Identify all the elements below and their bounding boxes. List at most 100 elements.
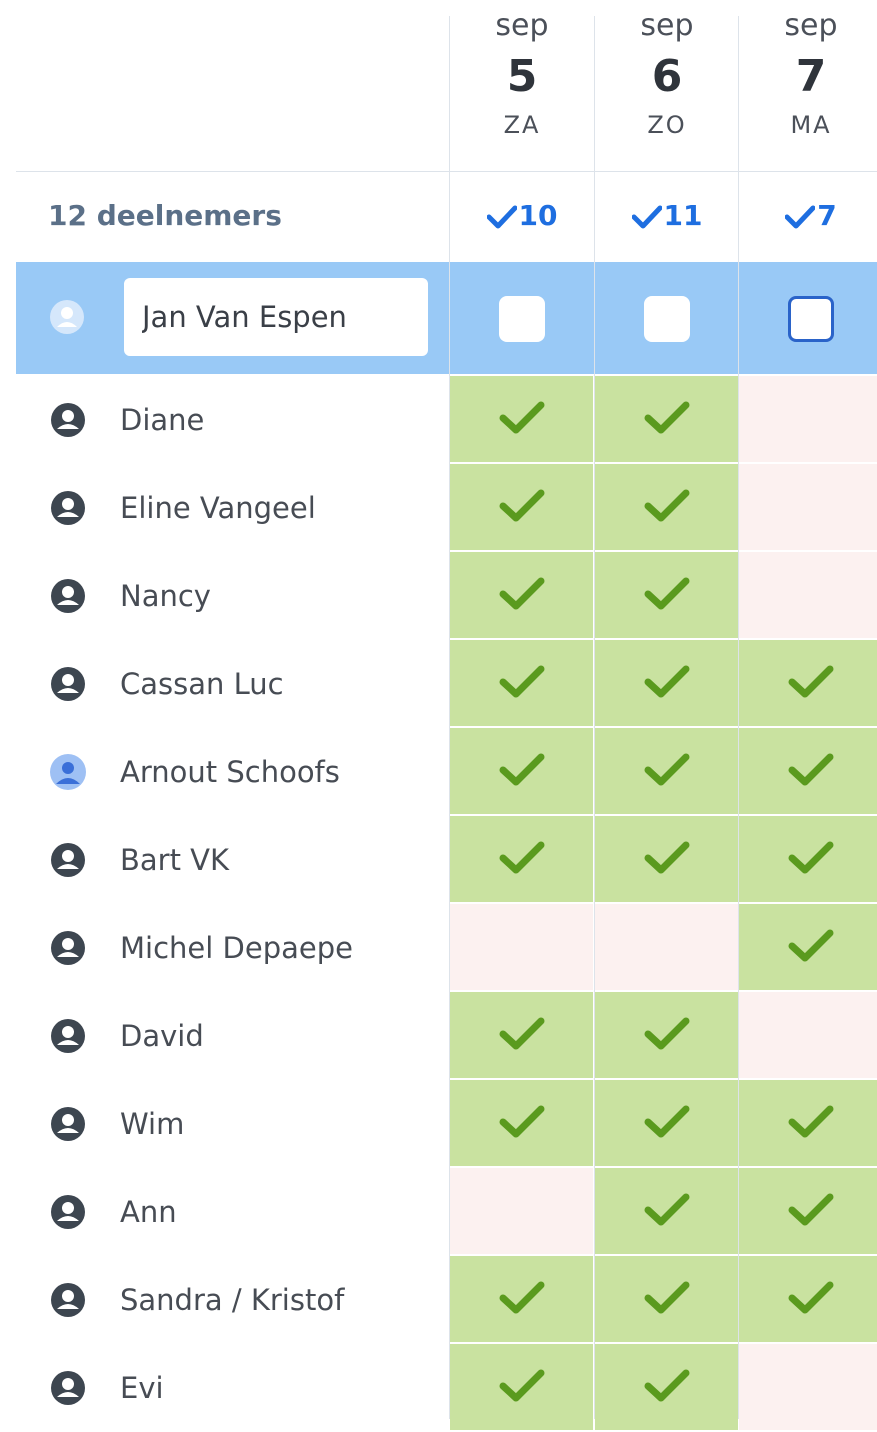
date-checkbox[interactable] [644,296,690,342]
participant-row: Michel Depaepe [16,904,877,992]
date-day: 5 [506,51,538,102]
vote-cell-no [739,464,877,550]
check-icon [644,577,690,610]
check-icon [499,577,545,610]
check-icon [785,205,816,229]
check-icon [644,1281,690,1314]
check-icon [499,1017,545,1050]
check-icon [499,665,545,698]
vote-cell-yes [450,552,593,638]
date-day: 7 [795,51,827,102]
vote-cell-no [739,552,877,638]
check-icon [499,1369,545,1402]
date-checkbox[interactable] [499,296,545,342]
user-circle-icon [51,667,85,701]
user-avatar-icon [50,300,84,334]
vote-cell-no [739,992,877,1078]
check-icon [788,753,834,786]
vote-cell-yes [595,464,738,550]
vote-cell-yes [450,640,593,726]
date-weekday: ZA [503,111,541,139]
user-circle-icon [51,1371,85,1405]
vote-cell-yes [595,728,738,814]
date-month: sep [495,8,549,43]
date-total: 10 [450,194,594,238]
vote-cell-yes [595,992,738,1078]
date-month: sep [784,8,838,43]
participant-row: Bart VK [16,816,877,904]
user-circle-icon [51,1107,85,1141]
vote-cell-yes [450,816,593,902]
vote-cell-yes [595,1168,738,1254]
name-input[interactable] [124,278,428,356]
participant-name: Nancy [120,579,211,613]
check-icon [644,489,690,522]
column-divider [449,16,450,1419]
vote-cell-yes [450,1256,593,1342]
user-circle-icon [51,843,85,877]
check-icon [644,753,690,786]
column-divider [594,16,595,1419]
vote-cell-yes [739,728,877,814]
date-weekday: MA [790,111,832,139]
date-month: sep [640,8,694,43]
check-icon [499,1105,545,1138]
date-total: 7 [739,194,877,238]
date-column-header: sep 5 ZA [450,0,594,172]
participant-row: Wim [16,1080,877,1168]
date-total-count: 11 [663,199,703,232]
check-icon [644,1369,690,1402]
vote-cell-yes [595,1256,738,1342]
participant-name: Wim [120,1107,185,1141]
vote-cell-no [739,1344,877,1430]
date-total-count: 10 [518,199,558,232]
participant-name: Cassan Luc [120,667,284,701]
date-column-header: sep 6 ZO [595,0,739,172]
vote-cell-no [595,904,738,990]
participant-row: David [16,992,877,1080]
date-day: 6 [651,51,683,102]
check-icon [499,489,545,522]
participant-row: Sandra / Kristof [16,1256,877,1344]
user-circle-icon [51,1283,85,1317]
date-total: 11 [595,194,739,238]
vote-cell-yes [739,640,877,726]
check-icon [644,401,690,434]
vote-cell-yes [739,1168,877,1254]
user-circle-icon [51,931,85,965]
vote-cell-yes [739,904,877,990]
vote-cell-yes [739,816,877,902]
check-icon [644,1193,690,1226]
user-circle-icon [51,491,85,525]
vote-cell-yes [450,728,593,814]
check-icon [644,665,690,698]
participant-name: Bart VK [120,843,230,877]
check-icon [788,841,834,874]
date-checkbox[interactable] [788,296,834,342]
participants-count: 12 deelnemers [48,199,282,232]
poll-grid: sep 5 ZA sep 6 ZO sep 7 MA 12 deelnemers… [16,0,877,1430]
user-circle-icon [51,579,85,613]
vote-cell-yes [595,640,738,726]
user-circle-icon [51,403,85,437]
date-total-count: 7 [817,199,837,232]
participant-row: Diane [16,376,877,464]
vote-cell-yes [739,1080,877,1166]
participant-name: Diane [120,403,205,437]
date-weekday: ZO [647,111,687,139]
check-icon [788,1105,834,1138]
check-icon [788,665,834,698]
participant-name: Ann [120,1195,177,1229]
check-icon [486,205,517,229]
user-circle-icon [51,1195,85,1229]
check-icon [788,929,834,962]
vote-cell-yes [450,992,593,1078]
participant-name: Arnout Schoofs [120,755,340,789]
vote-cell-yes [450,1344,593,1430]
participant-name: Michel Depaepe [120,931,353,965]
check-icon [788,1281,834,1314]
vote-cell-no [739,376,877,462]
vote-cell-yes [450,376,593,462]
check-icon [631,205,662,229]
current-user-row [16,262,877,374]
